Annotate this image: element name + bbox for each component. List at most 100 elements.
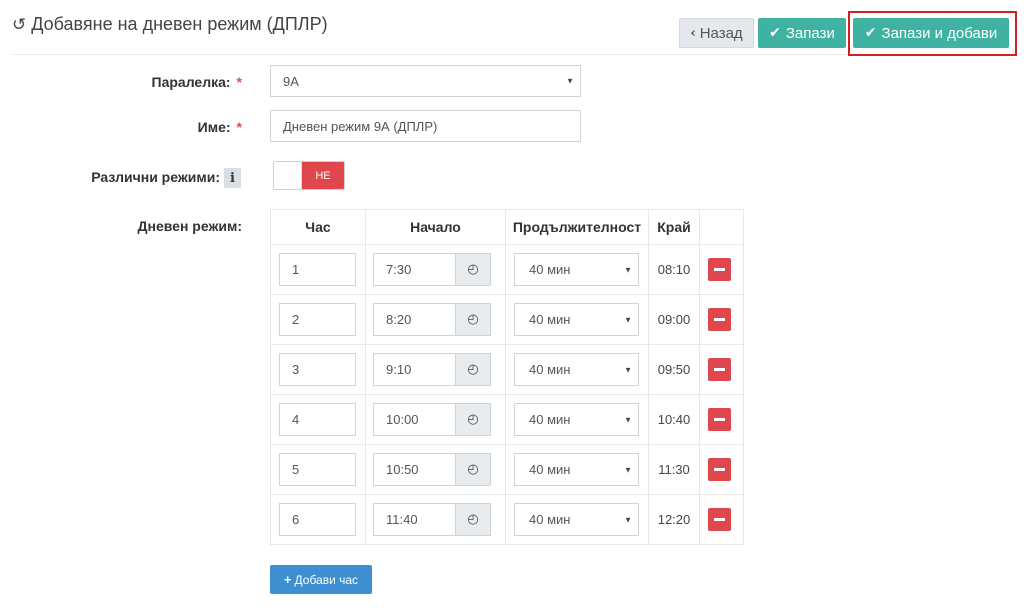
- caret-down-icon: ▼: [624, 465, 632, 474]
- caret-down-icon: ▼: [624, 415, 632, 424]
- start-time-input[interactable]: 7:30 ◴: [373, 253, 491, 286]
- table-row: 6 11:40 ◴ 40 мин ▼ 12:20: [270, 494, 744, 545]
- table-row: 5 10:50 ◴ 40 мин ▼ 11:30: [270, 444, 744, 495]
- minus-icon: [714, 268, 725, 271]
- duration-value: 40 мин: [529, 412, 571, 427]
- info-icon[interactable]: i: [224, 168, 241, 188]
- chevron-left-icon: ‹: [690, 25, 696, 41]
- check-icon: ✔: [769, 25, 781, 41]
- start-time-value: 10:00: [386, 412, 419, 427]
- minus-icon: [714, 518, 725, 521]
- schedule-table: Час Начало Продължителност Край 1 7:30 ◴ …: [270, 209, 744, 545]
- clock-icon[interactable]: ◴: [455, 404, 490, 435]
- hour-value: 4: [292, 412, 300, 427]
- duration-value: 40 мин: [529, 312, 571, 327]
- minus-icon: [714, 368, 725, 371]
- table-row: 2 8:20 ◴ 40 мин ▼ 09:00: [270, 294, 744, 345]
- toggle-knob: [274, 162, 302, 189]
- start-time-input[interactable]: 10:00 ◴: [373, 403, 491, 436]
- table-row: 4 10:00 ◴ 40 мин ▼ 10:40: [270, 394, 744, 445]
- remove-row-button[interactable]: [708, 308, 731, 331]
- table-header-row: Час Начало Продължителност Край: [270, 209, 744, 245]
- column-header: Час: [270, 209, 366, 245]
- duration-value: 40 мин: [529, 362, 571, 377]
- caret-down-icon: ▼: [624, 265, 632, 274]
- modes-toggle[interactable]: НЕ: [273, 161, 345, 190]
- toggle-state: НЕ: [302, 162, 344, 189]
- duration-select[interactable]: 40 мин ▼: [514, 303, 639, 336]
- start-time-value: 7:30: [386, 262, 412, 277]
- remove-row-button[interactable]: [708, 358, 731, 381]
- name-input-value: Дневен режим 9А (ДПЛР): [283, 118, 438, 134]
- required-mark: *: [236, 119, 242, 135]
- hour-input[interactable]: 2: [279, 303, 356, 336]
- hour-input[interactable]: 6: [279, 503, 356, 536]
- name-label: Име: *: [110, 119, 242, 135]
- clock-icon[interactable]: ◴: [455, 354, 490, 385]
- start-time-input[interactable]: 9:10 ◴: [373, 353, 491, 386]
- start-time-value: 8:20: [386, 312, 412, 327]
- history-icon: ↺: [12, 14, 27, 35]
- add-hour-button[interactable]: + Добави час: [270, 565, 372, 594]
- modes-label: Различни режими:: [91, 169, 220, 185]
- table-row: 1 7:30 ◴ 40 мин ▼ 08:10: [270, 244, 744, 295]
- back-button[interactable]: ‹ Назад: [679, 18, 754, 48]
- hour-input[interactable]: 4: [279, 403, 356, 436]
- name-input[interactable]: Дневен режим 9А (ДПЛР): [270, 110, 581, 142]
- clock-icon[interactable]: ◴: [455, 454, 490, 485]
- back-button-label: Назад: [699, 24, 743, 42]
- start-time-value: 9:10: [386, 362, 412, 377]
- remove-row-button[interactable]: [708, 408, 731, 431]
- hour-value: 3: [292, 362, 300, 377]
- clock-icon[interactable]: ◴: [455, 304, 490, 335]
- page-header: ↺ Добавяне на дневен режим (ДПЛР): [12, 14, 328, 35]
- remove-row-button[interactable]: [708, 458, 731, 481]
- hour-input[interactable]: 1: [279, 253, 356, 286]
- hour-input[interactable]: 3: [279, 353, 356, 386]
- class-label-text: Паралелка:: [151, 74, 231, 90]
- clock-icon[interactable]: ◴: [455, 504, 490, 535]
- highlight-box: [848, 11, 1017, 56]
- minus-icon: [714, 418, 725, 421]
- end-time: 10:40: [648, 394, 700, 445]
- start-time-input[interactable]: 8:20 ◴: [373, 303, 491, 336]
- caret-down-icon: ▼: [624, 315, 632, 324]
- save-button[interactable]: ✔ Запази: [758, 18, 846, 48]
- start-time-value: 11:40: [386, 512, 418, 527]
- hour-value: 5: [292, 462, 300, 477]
- required-mark: *: [236, 74, 242, 90]
- column-header: Продължителност: [505, 209, 649, 245]
- remove-row-button[interactable]: [708, 508, 731, 531]
- start-time-input[interactable]: 11:40 ◴: [373, 503, 491, 536]
- end-time: 09:50: [648, 344, 700, 395]
- duration-value: 40 мин: [529, 262, 571, 277]
- duration-value: 40 мин: [529, 462, 571, 477]
- save-button-label: Запази: [785, 24, 835, 42]
- minus-icon: [714, 468, 725, 471]
- class-select[interactable]: 9А ▼: [270, 65, 581, 97]
- page-title: Добавяне на дневен режим (ДПЛР): [31, 14, 328, 34]
- column-header: Начало: [365, 209, 506, 245]
- minus-icon: [714, 318, 725, 321]
- name-label-text: Име:: [197, 119, 231, 135]
- plus-icon: +: [283, 572, 292, 587]
- caret-down-icon: ▼: [566, 76, 574, 86]
- duration-select[interactable]: 40 мин ▼: [514, 403, 639, 436]
- hour-value: 2: [292, 312, 300, 327]
- start-time-input[interactable]: 10:50 ◴: [373, 453, 491, 486]
- duration-select[interactable]: 40 мин ▼: [514, 453, 639, 486]
- hour-input[interactable]: 5: [279, 453, 356, 486]
- hour-value: 1: [292, 262, 300, 277]
- caret-down-icon: ▼: [624, 515, 632, 524]
- end-time: 12:20: [648, 494, 700, 545]
- remove-row-button[interactable]: [708, 258, 731, 281]
- duration-select[interactable]: 40 мин ▼: [514, 353, 639, 386]
- class-select-value: 9А: [283, 73, 299, 89]
- class-label: Паралелка: *: [110, 74, 242, 90]
- clock-icon[interactable]: ◴: [455, 254, 490, 285]
- duration-select[interactable]: 40 мин ▼: [514, 253, 639, 286]
- duration-value: 40 мин: [529, 512, 571, 527]
- start-time-value: 10:50: [386, 462, 419, 477]
- end-time: 08:10: [648, 244, 700, 295]
- duration-select[interactable]: 40 мин ▼: [514, 503, 639, 536]
